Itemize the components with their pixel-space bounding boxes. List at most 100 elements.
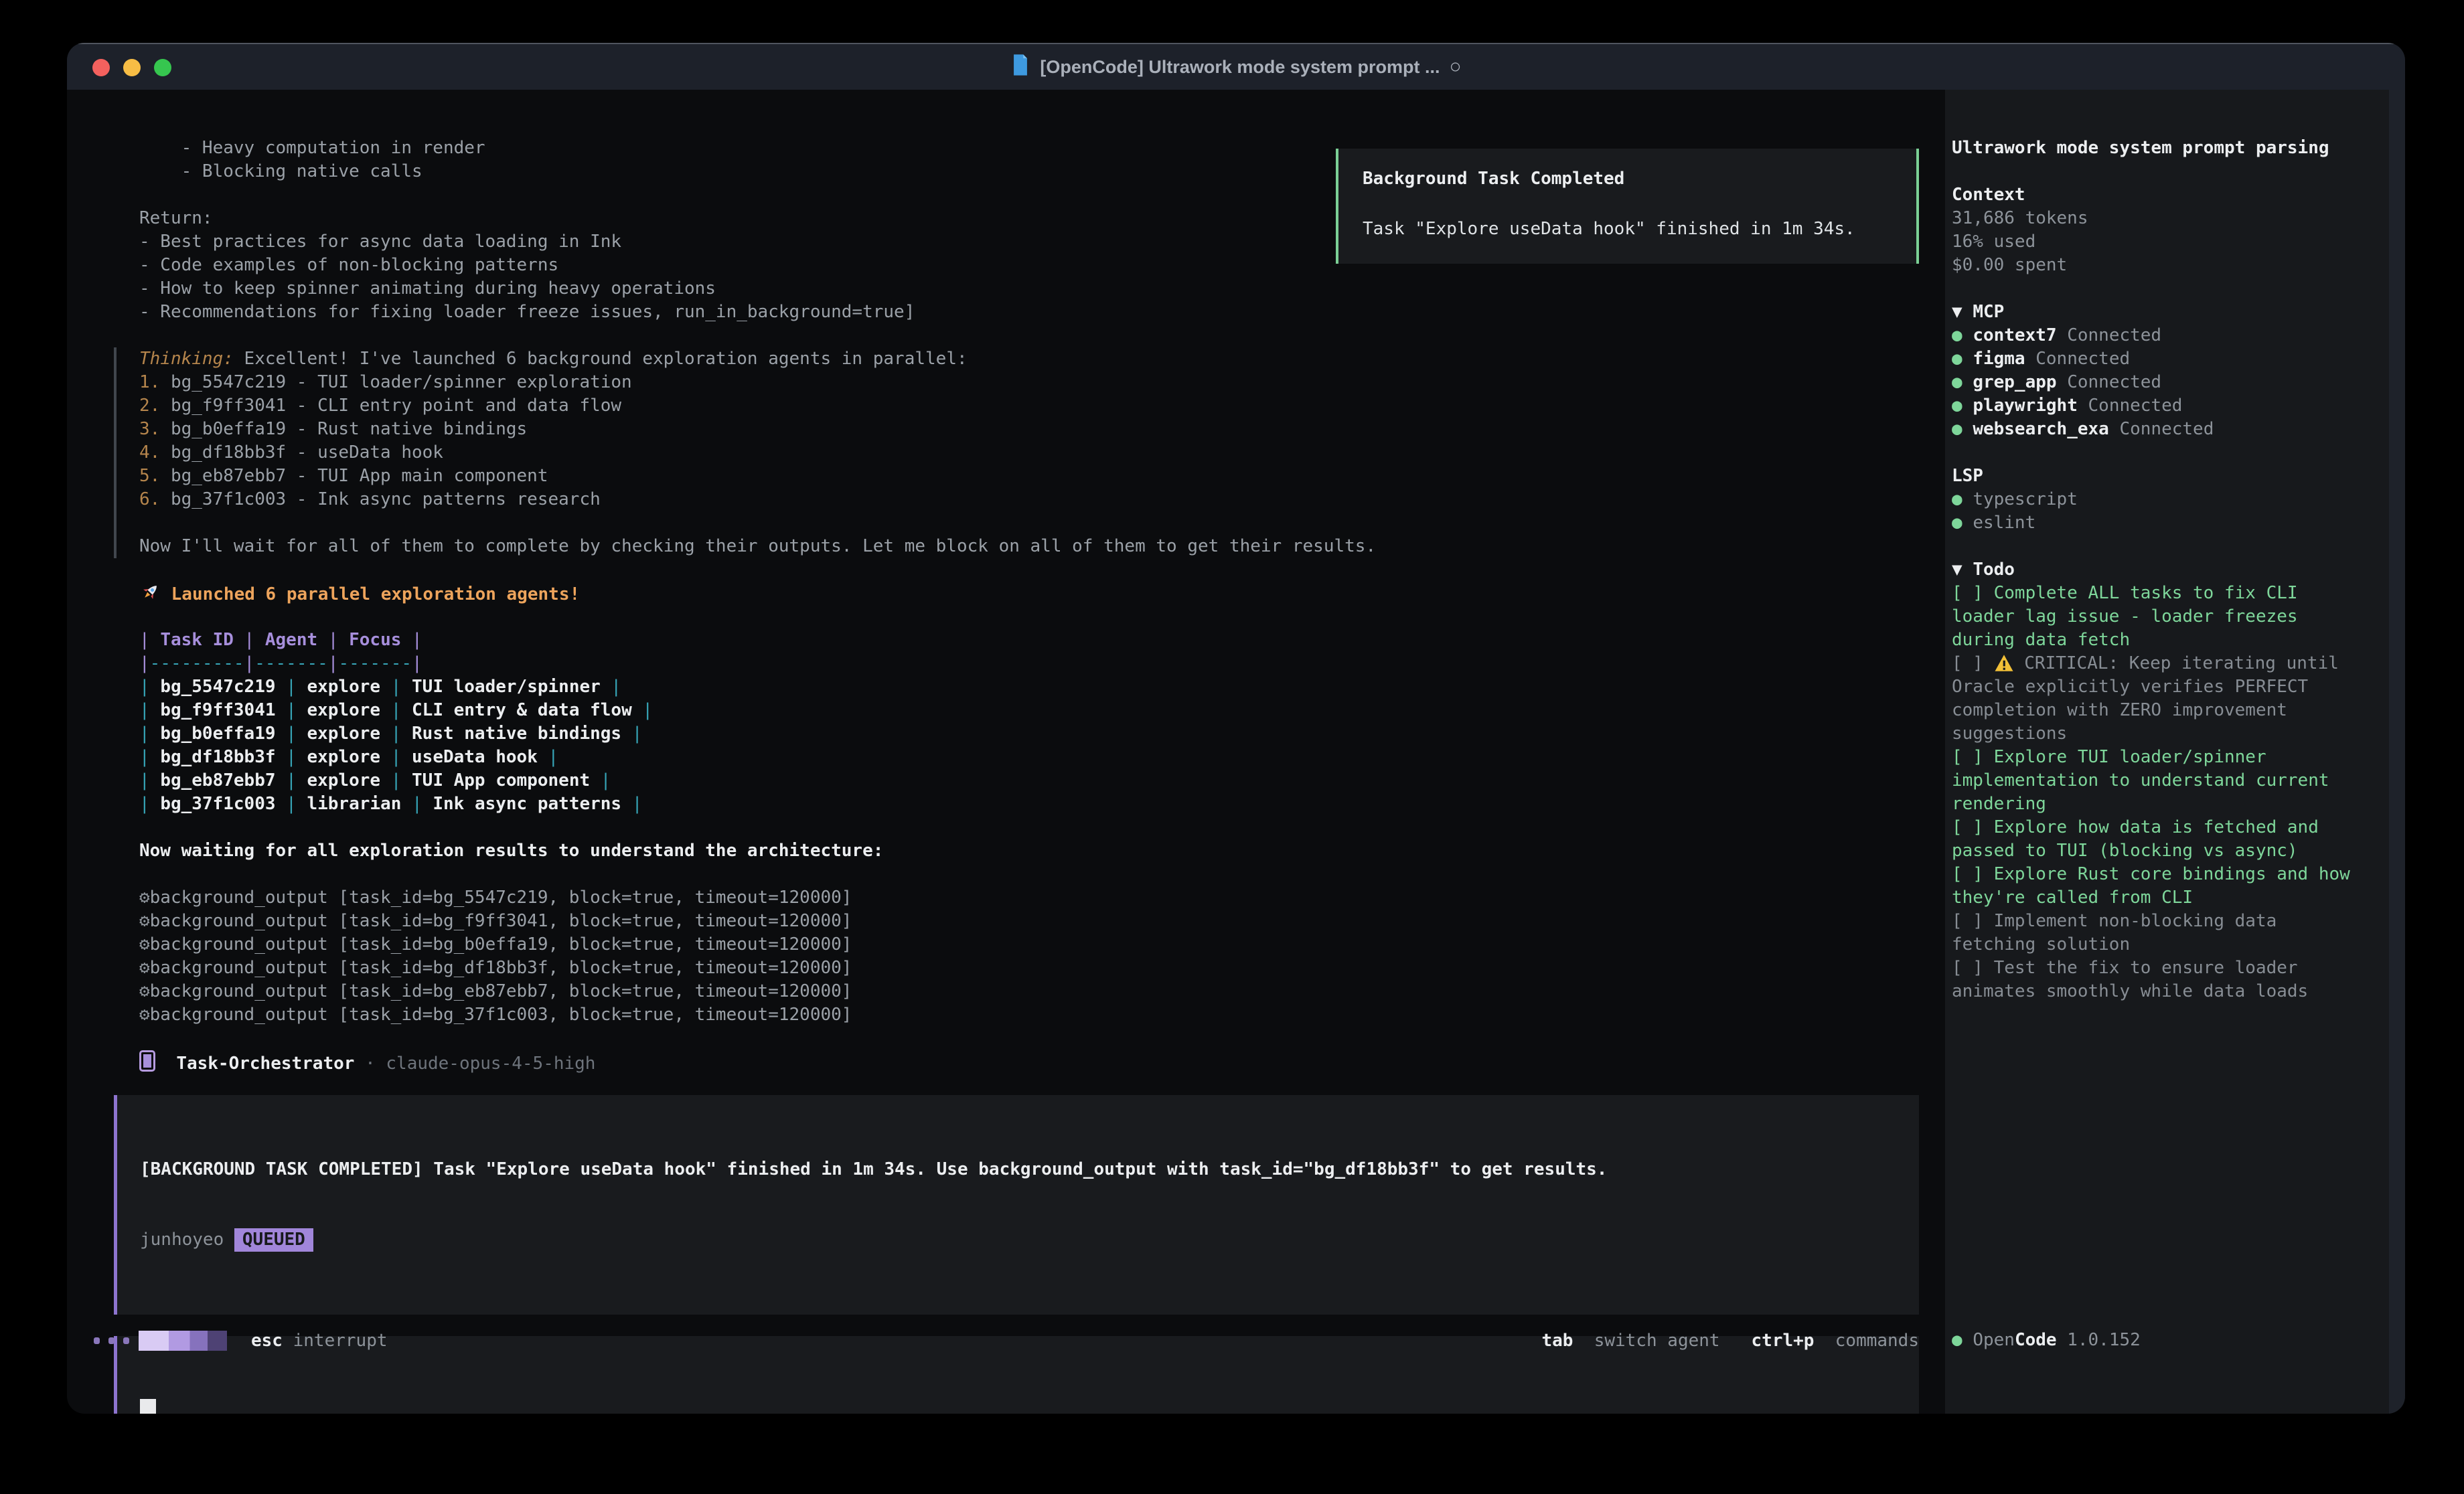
sidebar: Ultrawork mode system prompt parsing Con…	[1952, 137, 2354, 1027]
terminal-line: 5. bg_eb87ebb7 - TUI App main component	[94, 465, 1919, 488]
terminal-line: | bg_b0effa19 | explore | Rust native bi…	[94, 722, 1919, 746]
commands-key-label: commands	[1835, 1331, 1919, 1351]
commands-key-hint[interactable]: ctrl+p	[1752, 1331, 1815, 1351]
terminal-line: 2. bg_f9ff3041 - CLI entry point and dat…	[94, 394, 1919, 418]
close-button[interactable]	[92, 59, 110, 76]
mcp-header[interactable]: ▼ MCP	[1952, 301, 2354, 324]
terminal-line: Now waiting for all exploration results …	[94, 839, 1919, 863]
completed-task-message: [BACKGROUND TASK COMPLETED] Task "Explor…	[140, 1158, 1919, 1181]
todo-item[interactable]: [ ] Explore how data is fetched and pass…	[1952, 816, 2354, 863]
terminal-line: 3. bg_b0effa19 - Rust native bindings	[94, 418, 1919, 441]
mcp-server-item: ● grep_app Connected	[1952, 371, 2354, 394]
completed-task-meta: junhoyeo QUEUED	[140, 1228, 1919, 1252]
window-title-text: [OpenCode] Ultrawork mode system prompt …	[1040, 57, 1440, 78]
title-bar: [OpenCode] Ultrawork mode system prompt …	[67, 43, 2405, 90]
notification-title: Background Task Completed	[1363, 167, 1916, 191]
terminal-rows: - Heavy computation in render - Blocking…	[94, 137, 1919, 1074]
terminal-line: 6. bg_37f1c003 - Ink async patterns rese…	[94, 488, 1919, 511]
terminal-line: - Recommendations for fixing loader free…	[94, 301, 1919, 324]
mcp-server-item: ● playwright Connected	[1952, 394, 2354, 418]
completed-task-block: [BACKGROUND TASK COMPLETED] Task "Explor…	[114, 1095, 1919, 1315]
chevron-down-icon: ▼	[1952, 560, 1962, 580]
context-stat: $0.00 spent	[1952, 254, 2354, 277]
context-stat: 31,686 tokens	[1952, 207, 2354, 230]
terminal-line: | bg_5547c219 | explore | TUI loader/spi…	[94, 675, 1919, 699]
terminal-line: | Task ID | Agent | Focus |	[94, 629, 1919, 652]
warning-icon	[1994, 653, 2014, 673]
tab-key-hint[interactable]: tab	[1541, 1331, 1573, 1351]
terminal-line	[94, 1027, 1919, 1050]
terminal-line: ⚙background_output [task_id=bg_5547c219,…	[94, 886, 1919, 910]
todo-section: ▼ Todo [ ] Complete ALL tasks to fix CLI…	[1952, 558, 2354, 1003]
session-title: Ultrawork mode system prompt parsing	[1952, 137, 2354, 160]
progress-spinner-icon	[139, 1331, 227, 1351]
todo-item[interactable]: [ ] Complete ALL tasks to fix CLI loader…	[1952, 582, 2354, 652]
mcp-items: ● context7 Connected● figma Connected● g…	[1952, 324, 2354, 441]
lsp-items: ● typescript● eslint	[1952, 488, 2354, 535]
lsp-header: LSP	[1952, 465, 2354, 488]
chevron-down-icon: ▼	[1952, 302, 1962, 322]
terminal-pane: - Heavy computation in render - Blocking…	[94, 137, 1919, 1414]
minimize-button[interactable]	[123, 59, 141, 76]
todo-item[interactable]: [ ] Implement non-blocking data fetching…	[1952, 910, 2354, 957]
terminal-line	[94, 558, 1919, 582]
pbox-icon	[139, 1054, 155, 1074]
spinner-icon: ○	[1449, 56, 1461, 78]
esc-key-label: interrupt	[293, 1329, 388, 1353]
terminal-line: ⚙background_output [task_id=bg_eb87ebb7,…	[94, 980, 1919, 1003]
zoom-button[interactable]	[154, 59, 171, 76]
terminal-line	[94, 816, 1919, 839]
terminal-line: | bg_df18bb3f | explore | useData hook |	[94, 746, 1919, 769]
terminal-line	[94, 605, 1919, 629]
lsp-server-item: ● eslint	[1952, 511, 2354, 535]
todo-header[interactable]: ▼ Todo	[1952, 558, 2354, 582]
todo-items: [ ] Complete ALL tasks to fix CLI loader…	[1952, 582, 2354, 1003]
terminal-line: Launched 6 parallel exploration agents!	[94, 582, 1919, 605]
terminal-line: - How to keep spinner animating during h…	[94, 277, 1919, 301]
esc-key-hint[interactable]: esc	[251, 1329, 283, 1353]
context-section: Context 31,686 tokens16% used$0.00 spent	[1952, 183, 2354, 277]
username: junhoyeo	[140, 1230, 224, 1250]
lsp-section: LSP ● typescript● eslint	[1952, 465, 2354, 535]
terminal-line: | bg_f9ff3041 | explore | CLI entry & da…	[94, 699, 1919, 722]
traffic-lights	[92, 59, 171, 76]
window-title: [OpenCode] Ultrawork mode system prompt …	[1010, 54, 1461, 81]
terminal-line	[94, 324, 1919, 347]
mcp-section: ▼ MCP ● context7 Connected● figma Connec…	[1952, 301, 2354, 441]
todo-item[interactable]: [ ] Explore Rust core bindings and how t…	[1952, 863, 2354, 910]
rocket-icon	[139, 584, 161, 604]
app-version: ● OpenCode 1.0.152	[1952, 1329, 2141, 1352]
todo-item[interactable]: [ ] Explore TUI loader/spinner implement…	[1952, 746, 2354, 816]
terminal-line: Now I'll wait for all of them to complet…	[94, 535, 1919, 558]
context-stat: 16% used	[1952, 230, 2354, 254]
terminal-line	[94, 863, 1919, 886]
terminal-line: ⚙background_output [task_id=bg_b0effa19,…	[94, 933, 1919, 957]
terminal-line: ⚙background_output [task_id=bg_f9ff3041,…	[94, 910, 1919, 933]
terminal-line: Task-Orchestrator · claude-opus-4-5-high	[94, 1050, 1919, 1074]
lsp-server-item: ● typescript	[1952, 488, 2354, 511]
terminal-line: 1. bg_5547c219 - TUI loader/spinner expl…	[94, 371, 1919, 394]
status-bar: esc interrupt tab switch agent ctrl+p co…	[94, 1329, 1919, 1353]
background-task-notification[interactable]: Background Task Completed Task "Explore …	[1336, 149, 1919, 264]
terminal-line	[94, 511, 1919, 535]
tab-key-label: switch agent	[1594, 1331, 1720, 1351]
mcp-server-item: ● figma Connected	[1952, 347, 2354, 371]
terminal-line: | bg_37f1c003 | librarian | Ink async pa…	[94, 793, 1919, 816]
status-badge: QUEUED	[234, 1228, 313, 1252]
scrollbar-track[interactable]	[2389, 90, 2405, 1414]
mcp-server-item: ● context7 Connected	[1952, 324, 2354, 347]
text-cursor	[140, 1399, 156, 1414]
notification-body: Task "Explore useData hook" finished in …	[1363, 218, 1916, 241]
app-window: [OpenCode] Ultrawork mode system prompt …	[67, 43, 2405, 1414]
context-lines: 31,686 tokens16% used$0.00 spent	[1952, 207, 2354, 277]
document-icon	[1010, 54, 1030, 81]
terminal-line: Thinking: Excellent! I've launched 6 bac…	[94, 347, 1919, 371]
terminal-line: |---------|-------|-------|	[94, 652, 1919, 675]
terminal-line: ⚙background_output [task_id=bg_df18bb3f,…	[94, 957, 1919, 980]
todo-item[interactable]: [ ] Test the fix to ensure loader animat…	[1952, 957, 2354, 1003]
keyboard-hints: tab switch agent ctrl+p commands	[1541, 1329, 1919, 1353]
terminal-line: 4. bg_df18bb3f - useData hook	[94, 441, 1919, 465]
todo-item[interactable]: [ ] CRITICAL: Keep iterating until Oracl…	[1952, 652, 2354, 746]
activity-dots-icon	[94, 1337, 129, 1344]
terminal-line: ⚙background_output [task_id=bg_37f1c003,…	[94, 1003, 1919, 1027]
